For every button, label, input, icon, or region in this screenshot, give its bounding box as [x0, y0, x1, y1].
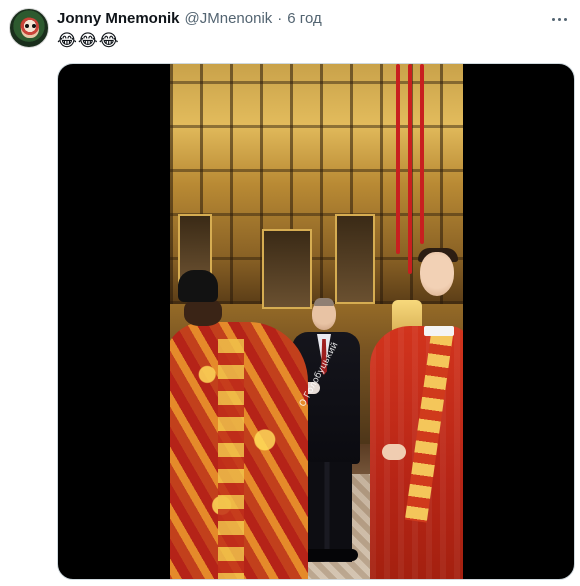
- tweet: Jonny Mnemonik @JMnenonik · 6 год 😂😂😂 О …: [0, 0, 580, 586]
- more-dot: [557, 17, 561, 21]
- avatar-face: [21, 18, 39, 38]
- candle: [420, 64, 424, 244]
- icon-panel: [262, 229, 312, 309]
- person-legs: [302, 462, 352, 562]
- priest-robe-stripe: [218, 339, 244, 579]
- deacon-head: [420, 252, 454, 296]
- deacon-hand: [382, 444, 406, 460]
- candle: [396, 64, 400, 254]
- priest-hair: [184, 298, 222, 326]
- meta-separator: ·: [277, 10, 283, 27]
- author-handle[interactable]: @JMnenonik: [185, 9, 273, 29]
- icon-panel: [335, 214, 375, 304]
- avatar-eye-right: [32, 24, 36, 28]
- more-options-icon[interactable]: [548, 9, 570, 29]
- tweet-text: 😂😂😂: [57, 31, 120, 50]
- person-hair: [314, 298, 334, 306]
- deacon-collar: [424, 326, 454, 336]
- avatar-eye-left: [25, 24, 29, 28]
- tweet-timestamp[interactable]: 6 год: [287, 9, 321, 29]
- more-dot: [563, 17, 567, 21]
- tweet-header: Jonny Mnemonik @JMnenonik · 6 год: [57, 9, 322, 29]
- more-dot: [551, 17, 555, 21]
- candle: [408, 64, 412, 274]
- priest-hat: [178, 270, 218, 302]
- tweet-media[interactable]: О Голобуцький: [57, 63, 575, 580]
- video-frame[interactable]: О Голобуцький: [170, 64, 463, 579]
- user-avatar[interactable]: [9, 8, 49, 48]
- author-name[interactable]: Jonny Mnemonik: [57, 9, 180, 29]
